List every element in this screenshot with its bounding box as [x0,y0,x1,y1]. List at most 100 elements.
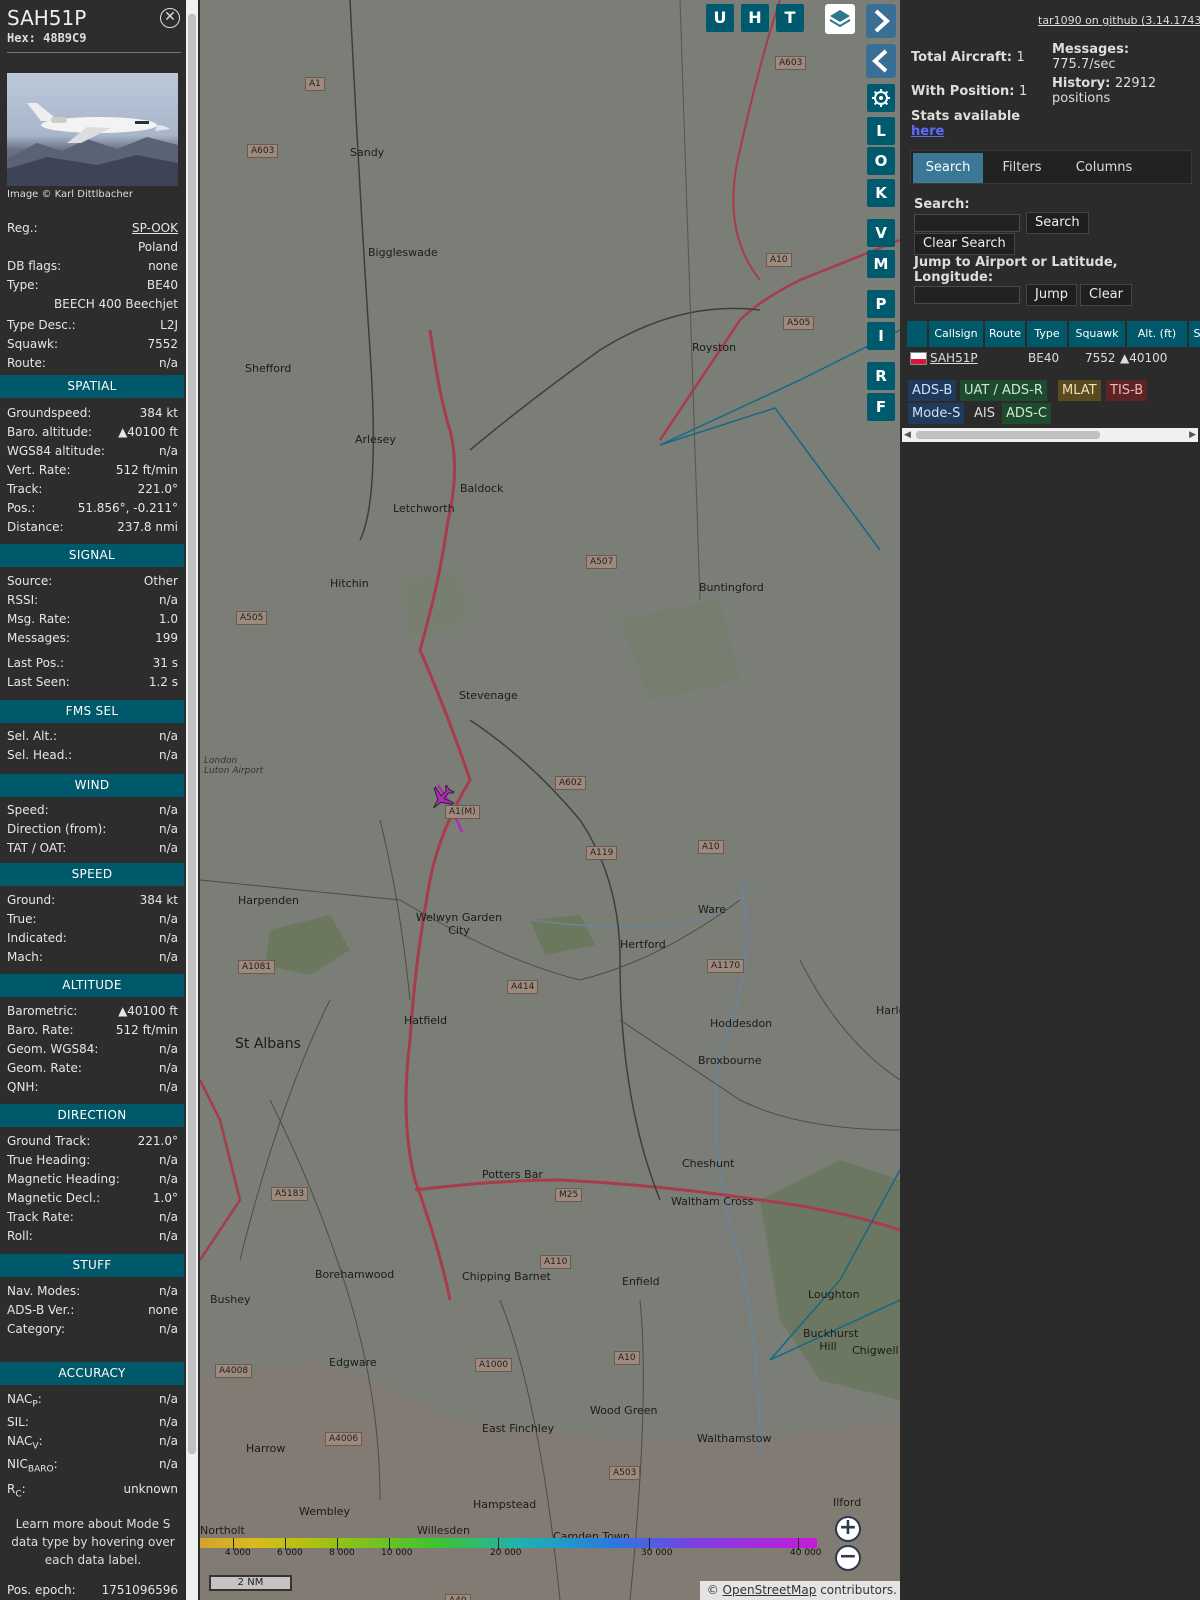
accuracy-value: n/a [158,1434,178,1448]
learn-more-text: Learn more about Mode S data type by hov… [11,1517,175,1567]
layers-button[interactable] [825,4,855,34]
map-road-label: A1000 [475,1358,513,1372]
map-town-label: Arlesey [355,433,396,446]
map-town-label: Hertford [620,938,666,951]
tab-search[interactable]: Search [913,153,983,183]
column-header-alt-ft[interactable]: Alt. (ft) [1127,321,1187,347]
map-town-label: Cheshunt [682,1157,735,1170]
altitude-row: QNH: n/a [7,1079,178,1095]
map-option-v-button[interactable]: V [867,219,895,247]
label-text: Msg. Rate: [7,612,71,626]
search-button[interactable]: Search [1026,212,1089,234]
label-text: SIL: [7,1415,29,1429]
column-header-spd[interactable]: Spd [1189,321,1200,347]
source-badge-mode-s[interactable]: Mode-S [908,403,965,424]
wind-label: Direction (from): [7,821,106,837]
source-badge-ads-b[interactable]: ADS-B [908,380,957,401]
map-option-i-button[interactable]: I [867,322,895,350]
scrollbar-thumb[interactable] [916,431,1100,439]
map-option-o-button[interactable]: O [867,147,895,175]
chevron-right-icon [874,9,890,33]
aircraft-info-sidebar: SAH51P ✕ Hex: 48B9C9 Image © Karl Dittlb… [0,0,184,1600]
column-header-squawk[interactable]: Squawk [1069,321,1125,347]
signal-row: Last Seen: 1.2 s [7,674,178,690]
map-option-f-button[interactable]: F [867,393,895,421]
zoom-out-button[interactable]: − [835,1545,861,1571]
map-option-p-button[interactable]: P [867,290,895,318]
label-text: Distance: [7,520,64,534]
altitude-value: n/a [158,1061,178,1075]
map-attribution: © OpenStreetMap contributors. [700,1581,900,1600]
speed-label: Ground: [7,892,55,908]
detail-value: n/a [158,356,178,370]
stats-here-link[interactable]: here [911,124,944,139]
spatial-row: Distance: 237.8 nmi [7,519,178,535]
spatial-value: 384 kt [139,406,178,420]
registration-link[interactable]: SP-OOK [132,220,178,236]
map-town-label: Bushey [210,1293,251,1306]
map-option-l-button[interactable]: L [867,117,895,145]
github-link[interactable]: tar1090 on github (3.14.1743) [1038,14,1200,27]
panel-tabbar: Search Filters Columns [910,150,1192,184]
expand-panel-button[interactable] [866,4,896,38]
speed-value: n/a [158,931,178,945]
wind-row: Speed: n/a [7,802,178,818]
column-header-type[interactable]: Type [1027,321,1067,347]
source-badge-ais[interactable]: AIS [970,403,999,424]
jump-input[interactable] [914,286,1020,304]
direction-value: n/a [158,1172,178,1186]
map-option-k-button[interactable]: K [867,179,895,207]
source-badge-mlat[interactable]: MLAT [1058,380,1101,401]
close-icon[interactable]: ✕ [160,8,180,28]
map-toggle-h-button[interactable]: H [741,4,769,32]
map-road-label: A602 [555,776,587,790]
scrollbar-thumb[interactable] [188,14,196,1454]
direction-value: n/a [158,1153,178,1167]
map-road-label: A603 [247,144,279,158]
tab-columns[interactable]: Columns [1061,153,1147,183]
speed-label: Indicated: [7,930,67,946]
map-toggle-u-button[interactable]: U [706,4,734,32]
source-badge-uat-ads-r[interactable]: UAT / ADS-R [960,380,1047,401]
sidebar-scrollbar[interactable] [186,0,198,1600]
clear-search-button[interactable]: Clear Search [914,233,1015,255]
zoom-in-button[interactable]: + [835,1516,861,1542]
label-text: Track Rate: [7,1210,74,1224]
map-town-label: Hampstead [473,1498,537,1511]
column-header-route[interactable]: Route [985,321,1025,347]
label-text: Category: [7,1322,65,1336]
scroll-right-icon[interactable]: ▶ [1189,430,1196,440]
column-flag[interactable] [907,321,927,347]
map-option-m-button[interactable]: M [867,250,895,278]
map-town-label: Potters Bar [482,1168,543,1181]
map-toggle-t-button[interactable]: T [776,4,804,32]
settings-button[interactable] [867,84,895,112]
map-road-label: A1 [305,77,325,91]
openstreetmap-link[interactable]: OpenStreetMap [723,1583,817,1597]
wind-value: n/a [158,841,178,855]
column-header-callsign[interactable]: Callsign [929,321,983,347]
spatial-label: Vert. Rate: [7,462,71,478]
source-badge-tis-b[interactable]: TIS-B [1106,380,1148,401]
scroll-left-icon[interactable]: ◀ [904,430,911,440]
speed-row: True: n/a [7,911,178,927]
row-callsign[interactable]: SAH51P [930,348,978,368]
tab-filters[interactable]: Filters [987,153,1057,183]
direction-row: Roll: n/a [7,1228,178,1244]
altitude-row: Geom. Rate: n/a [7,1060,178,1076]
jump-label: Jump to Airport or Latitude, Longitude: [914,255,1118,285]
spatial-row: Vert. Rate: 512 ft/min [7,462,178,478]
aircraft-photo[interactable] [7,73,178,186]
clear-button[interactable]: Clear [1080,284,1132,306]
detail-row: Type: BE40 [7,277,178,293]
map-town-label: Shefford [245,362,292,375]
source-badge-ads-c[interactable]: ADS-C [1002,403,1051,424]
jump-button[interactable]: Jump [1026,284,1077,306]
collapse-panel-button[interactable] [866,44,896,78]
spatial-label: Pos.: [7,500,35,516]
search-input[interactable] [914,214,1020,232]
with-position-label: With Position: [911,84,1015,99]
map-view[interactable]: Sandy Biggleswade Shefford Arlesey Letchwort… [200,0,900,1600]
table-scrollbar[interactable]: ◀ ▶ [902,428,1198,442]
map-option-r-button[interactable]: R [867,362,895,390]
